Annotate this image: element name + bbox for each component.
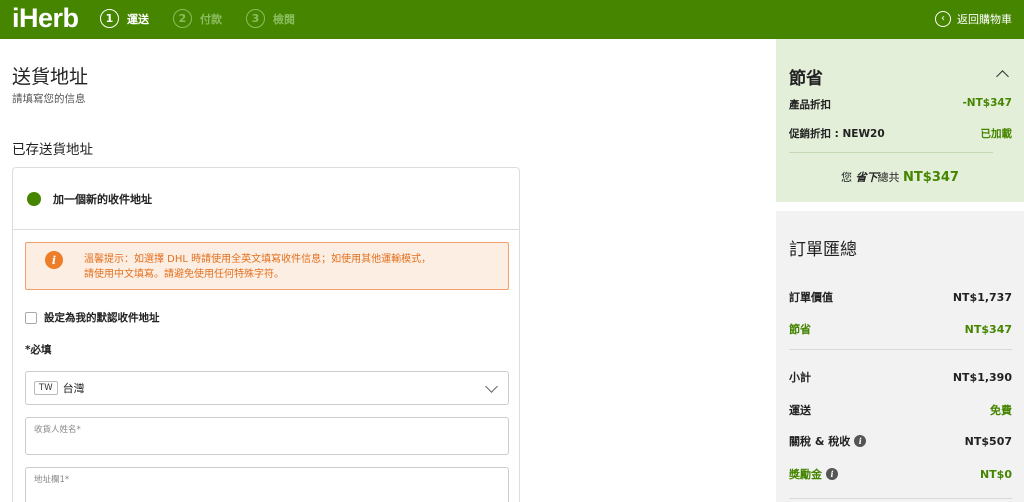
total-bold: 省下 [855,171,878,184]
order-summary-panel: 訂單匯總 訂單價值 NT$1,737 節省 NT$347 小計 NT$1,390… [776,211,1024,502]
product-discount-value: -NT$347 [962,97,1012,109]
address-line1-field[interactable]: 地址欄1* [25,467,509,502]
chevron-left-icon: ‹ [935,11,951,27]
summary-savings-row: 節省 NT$347 [789,321,1012,337]
default-address-checkbox[interactable] [25,311,37,324]
country-code-badge: TW [34,381,58,395]
step-label: 運送 [127,12,149,26]
info-icon: i [45,251,63,269]
notice-box: i 溫馨提示：如選擇 DHL 時請使用全英文填寫收件信息；如使用其他運輸模式， … [25,242,509,290]
back-to-cart-link[interactable]: ‹ 返回購物車 [935,11,1012,27]
promo-status: 已加載 [980,128,1013,140]
subtotal-row: 小計 NT$1,390 [789,369,1012,385]
step-number: 3 [246,9,265,28]
promo-discount-row: 促銷折扣 : NEW20 已加載 [789,126,1012,141]
recipient-name-field[interactable]: 收貨人姓名* [25,417,509,455]
info-icon[interactable]: i [826,468,838,480]
address-card: 加一個新的收件地址 i 溫馨提示：如選擇 DHL 時請使用全英文填寫收件信息；如… [12,167,520,502]
savings-title: 節省 [789,69,823,89]
chevron-down-icon [485,380,498,393]
savings-divider [789,152,993,153]
notice-line-1: 溫馨提示：如選擇 DHL 時請使用全英文填寫收件信息；如使用其他運輸模式， [84,254,432,265]
iherb-logo[interactable]: iHerb [12,3,79,34]
order-value: NT$1,737 [952,290,1012,304]
summary-divider [789,498,1012,499]
savings-panel: 節省 產品折扣 -NT$347 促銷折扣 : NEW20 已加載 您 省下總共 … [776,39,1024,202]
promo-discount-label: 促銷折扣 : NEW20 [789,128,885,140]
notice-text: 溫馨提示：如選擇 DHL 時請使用全英文填寫收件信息；如使用其他運輸模式， 請使… [84,252,431,282]
add-new-address-label: 加一個新的收件地址 [53,192,152,206]
default-address-label: 設定為我的默認收件地址 [44,312,160,324]
total-suffix: 總共 [877,171,900,184]
default-address-option[interactable]: 設定為我的默認收件地址 [25,310,160,325]
shipping-label: 運送 [789,404,811,417]
rewards-row: 獎勵金 i NT$0 [789,466,1012,482]
step-shipping: 1 運送 [100,9,149,28]
summary-savings-value: NT$347 [964,322,1012,336]
total-savings: 您 省下總共 NT$347 [776,169,1024,185]
order-summary-title: 訂單匯總 [789,240,857,260]
order-value-row: 訂單價值 NT$1,737 [789,289,1012,305]
saved-addresses-heading: 已存送貨地址 [12,142,93,158]
top-bar: iHerb 1 運送 2 付款 3 檢閱 ‹ 返回購物車 [0,0,1024,39]
subtotal-label: 小計 [789,371,811,384]
step-label: 付款 [200,12,222,26]
page-subtitle: 請填寫您的信息 [12,93,86,105]
info-icon[interactable]: i [854,435,867,447]
subtotal-value: NT$1,390 [952,370,1012,384]
total-savings-amount: NT$347 [903,170,959,185]
order-value-label: 訂單價值 [789,291,833,304]
rewards-label: 獎勵金 [789,468,822,481]
radio-selected-icon[interactable] [27,191,41,206]
tax-value: NT$507 [964,434,1012,448]
tax-label: 關稅 & 稅收 [789,435,851,448]
back-to-cart-label: 返回購物車 [957,13,1012,26]
add-new-address-option[interactable]: 加一個新的收件地址 [13,168,519,230]
total-prefix: 您 [841,171,853,184]
shipping-value: 免費 [990,404,1012,417]
country-name: 台灣 [62,382,85,395]
chevron-up-icon[interactable] [996,70,1009,83]
recipient-name-label: 收貨人姓名* [34,425,81,435]
country-select[interactable]: TW 台灣 [25,371,509,405]
product-discount-row: 產品折扣 -NT$347 [789,97,1012,112]
step-payment: 2 付款 [173,9,222,28]
tax-label-group: 關稅 & 稅收 i [789,433,867,449]
product-discount-label: 產品折扣 [789,99,831,111]
rewards-label-group: 獎勵金 i [789,466,838,482]
required-note: *必填 [25,344,52,356]
notice-line-2: 請使用中文填寫。請避免使用任何特殊字符。 [84,269,284,280]
page-title: 送貨地址 [12,66,89,88]
step-number: 2 [173,9,192,28]
shipping-row: 運送 免費 [789,402,1012,418]
step-number: 1 [100,9,119,28]
rewards-value: NT$0 [979,467,1012,481]
summary-savings-label: 節省 [789,323,811,336]
step-label: 檢閱 [273,12,295,26]
address-line1-label: 地址欄1* [34,475,70,485]
summary-divider [789,349,1012,350]
step-review: 3 檢閱 [246,9,295,28]
tax-row: 關稅 & 稅收 i NT$507 [789,433,1012,449]
